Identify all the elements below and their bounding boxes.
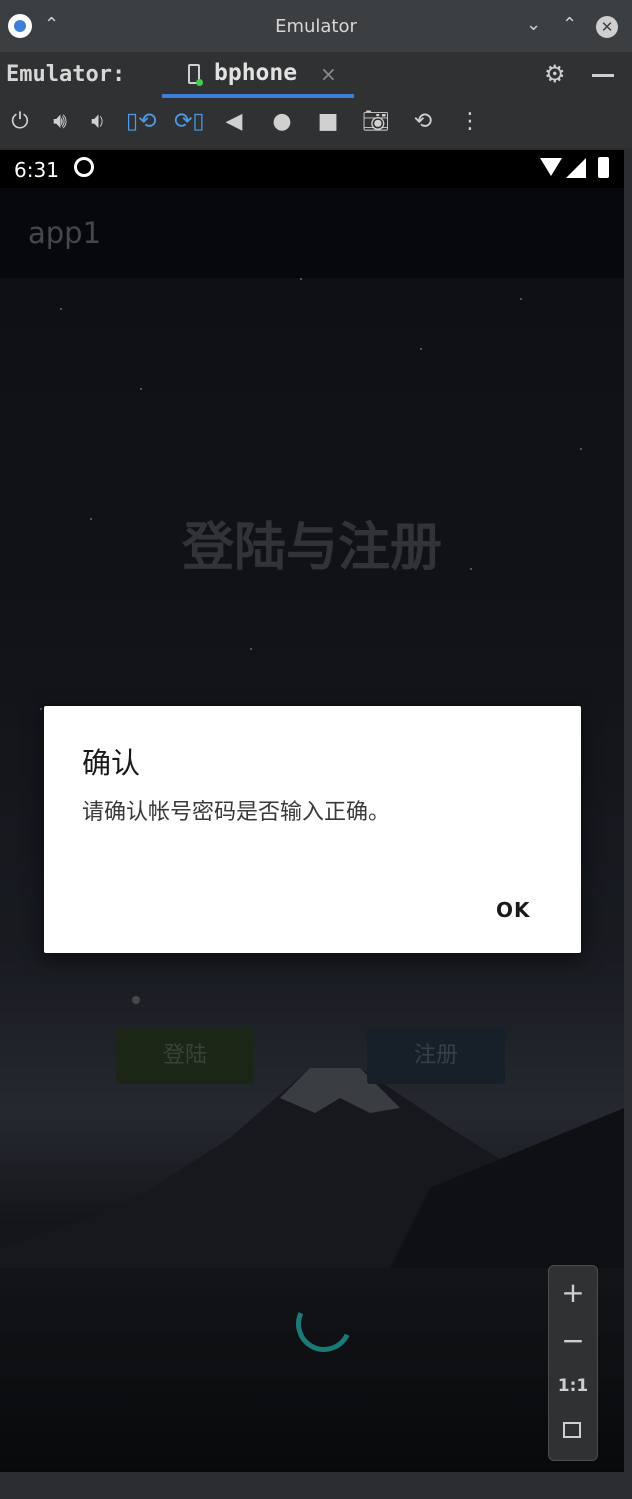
overview-icon[interactable]: ■ — [314, 108, 342, 136]
home-icon[interactable]: ● — [268, 108, 296, 136]
device-tab-label: bphone — [214, 60, 298, 86]
tab-close-icon[interactable]: × — [320, 62, 337, 86]
volume-up-icon[interactable]: 🔊︎ — [46, 108, 74, 136]
dialog-message: 请确认帐号密码是否输入正确。 — [82, 800, 391, 825]
tool-window-label: Emulator: — [6, 62, 126, 87]
hide-tool-window-icon[interactable] — [592, 74, 614, 77]
power-icon[interactable]: ⏻ — [6, 108, 34, 136]
emulator-toolbar: ⏻ 🔊︎ 🔉︎ ▯⟲ ⟳▯ ◀ ● ■ 📷︎ ⟲ ⋮ — [0, 98, 632, 148]
device-tab[interactable]: bphone × — [162, 52, 354, 98]
battery-icon — [598, 157, 609, 178]
device-screen[interactable]: 6:31 app1 登陆与注册 登陆 注册 确认 请确认帐号密码是否输入正确。 … — [0, 150, 624, 1472]
close-window-icon[interactable]: ✕ — [596, 16, 618, 38]
zoom-in-icon[interactable]: + — [549, 1276, 597, 1309]
zoom-out-icon[interactable]: − — [549, 1324, 597, 1357]
volume-down-icon[interactable]: 🔉︎ — [84, 108, 112, 136]
zoom-actual-size-button[interactable]: 1:1 — [549, 1376, 597, 1396]
status-time: 6:31 — [14, 158, 59, 182]
snapshot-icon[interactable]: ⟲ — [409, 108, 437, 136]
more-icon[interactable]: ⋮ — [456, 108, 484, 136]
signal-icon — [566, 158, 586, 178]
rotate-left-icon[interactable]: ▯⟲ — [126, 108, 157, 136]
rotate-right-icon[interactable]: ⟳▯ — [174, 108, 205, 136]
gear-icon[interactable]: ⚙ — [544, 60, 566, 88]
confirm-dialog: 确认 请确认帐号密码是否输入正确。 OK — [44, 706, 581, 953]
device-phone-icon — [188, 64, 203, 86]
wifi-icon — [540, 158, 562, 176]
window-titlebar: ⌃ Emulator ⌄ ⌃ ✕ — [0, 0, 632, 52]
screenshot-icon[interactable]: 📷︎ — [362, 108, 390, 136]
zoom-controls: + − 1:1 — [548, 1265, 598, 1461]
zoom-fit-icon[interactable] — [563, 1422, 581, 1438]
dialog-ok-button[interactable]: OK — [496, 898, 531, 922]
tool-window-header: Emulator: bphone × ⚙ — [0, 52, 632, 98]
status-bar: 6:31 — [0, 150, 624, 188]
back-icon[interactable]: ◀ — [220, 108, 248, 136]
minimize-window-icon[interactable]: ⌄ — [526, 14, 541, 35]
dialog-title: 确认 — [82, 746, 141, 780]
maximize-window-icon[interactable]: ⌃ — [562, 14, 577, 35]
sync-icon — [74, 157, 94, 177]
